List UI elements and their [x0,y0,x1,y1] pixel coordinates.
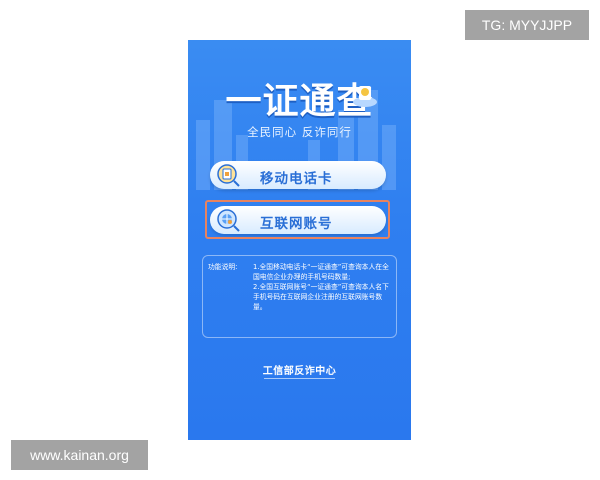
watermark-bottom-left: www.kainan.org [11,440,148,470]
shield-search-icon [353,86,377,107]
sim-card-search-icon [217,164,240,187]
phone-screen: 一证通查 全民同心 反诈同行 移动电话卡 互联网账号 功能说明: 1.全国移动电… [188,40,411,440]
slogan: 全民同心 反诈同行 [247,125,352,139]
highlight-frame [205,200,390,239]
description-item-1: 1.全国移动电话卡“一证通查”可查询本人在全国电信企业办理的手机号码数量; [253,263,389,281]
sim-card-query-button[interactable]: 移动电话卡 [210,161,386,189]
footer-title: 工信部反诈中心 [262,366,337,377]
sim-card-query-label: 移动电话卡 [260,171,333,187]
description-item-2: 2.全国互联网账号“一证通查”可查询本人名下手机号码在互联网企业注册的互联网账号… [253,283,389,311]
watermark-top-right: TG: MYYJJPP [465,10,589,40]
description-heading: 功能说明: [208,263,238,271]
description-body: 1.全国移动电话卡“一证通查”可查询本人在全国电信企业办理的手机号码数量; 2.… [253,262,393,312]
description-box: 功能说明: 1.全国移动电话卡“一证通查”可查询本人在全国电信企业办理的手机号码… [202,255,397,338]
footer-underline [264,378,335,379]
